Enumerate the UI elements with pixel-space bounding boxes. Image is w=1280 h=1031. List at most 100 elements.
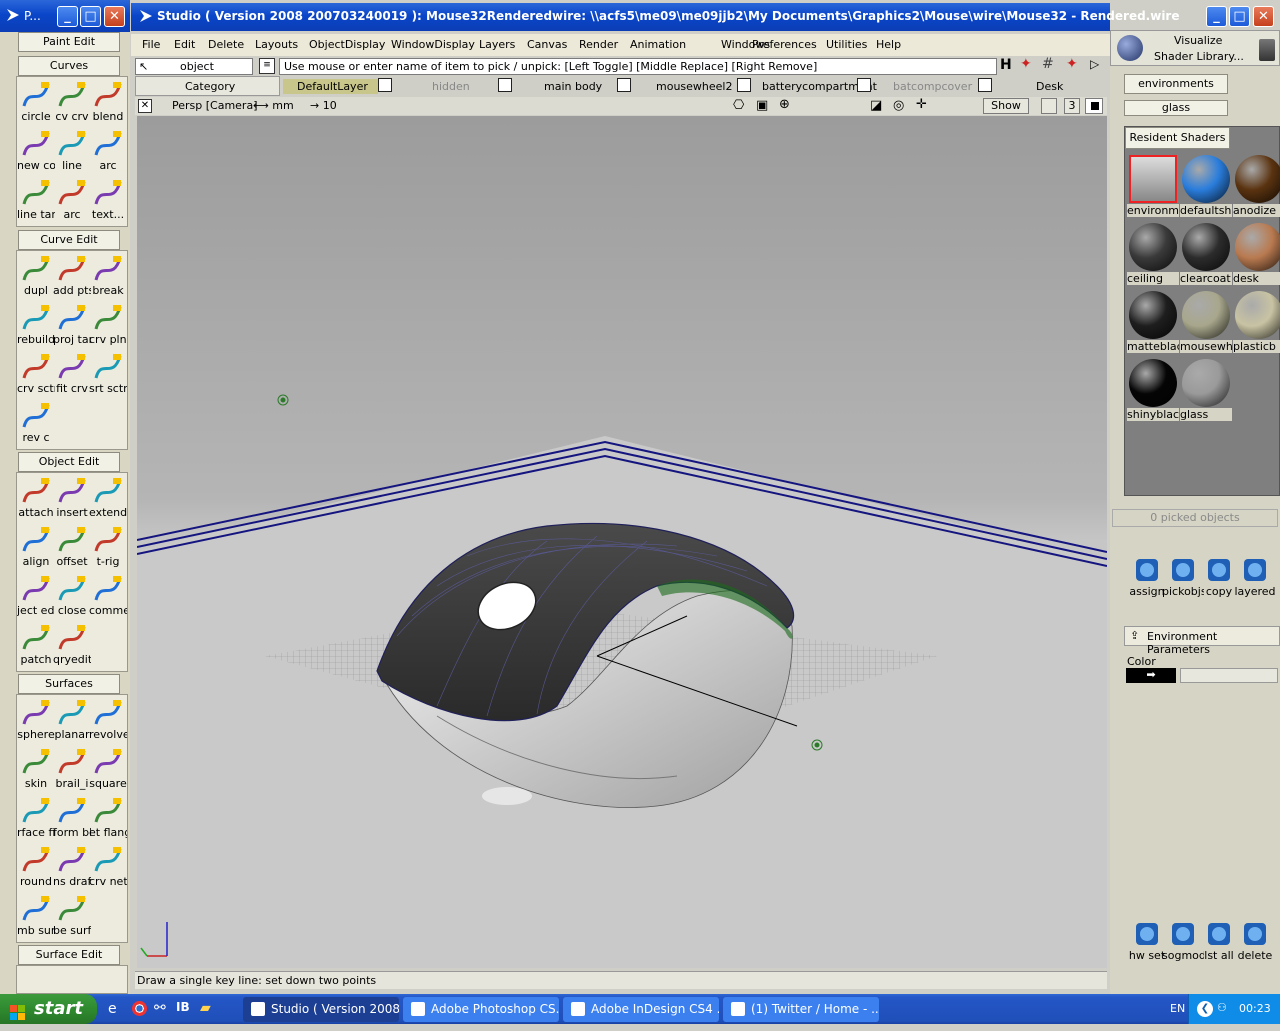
sogmode-button[interactable]: sogmode [1162, 919, 1204, 969]
maximize-button[interactable]: □ [1229, 6, 1250, 27]
shader-8[interactable]: plasticb [1233, 289, 1280, 355]
tool-query-edit[interactable]: qryedit [53, 622, 91, 671]
task-button-0[interactable]: Studio ( Version 2008... [243, 997, 399, 1022]
task-button-1[interactable]: Adobe Photoshop CS... [403, 997, 559, 1022]
tool-blend[interactable]: blend [90, 79, 126, 128]
curve-snap-icon[interactable]: ✦ [1066, 56, 1078, 72]
tool-birail[interactable]: brail_i [54, 746, 90, 795]
shader-4[interactable]: clearcoat [1180, 221, 1232, 287]
layer-1-visibility-checkbox[interactable] [498, 78, 512, 92]
tool-project-tangent[interactable]: proj tan [53, 302, 91, 351]
layer-0-visibility-checkbox[interactable] [378, 78, 392, 92]
tool-multi-blend[interactable]: mb surf [17, 893, 55, 942]
tool-line-tan[interactable]: line tan [17, 177, 55, 226]
task-button-2[interactable]: Adobe InDesign CS4 ... [563, 997, 719, 1022]
tool-circle[interactable]: circle [18, 79, 54, 128]
tray-network-icon[interactable]: ⚇ [1217, 1001, 1227, 1014]
shader-library-label[interactable]: Shader Library... [1154, 50, 1244, 63]
tool-rebuild[interactable]: rebuild [17, 302, 55, 351]
tool-round[interactable]: round [18, 844, 54, 893]
menu-preferences[interactable]: Preferences [752, 38, 817, 51]
palette-section-2-header[interactable]: Object Edit [18, 452, 120, 472]
layer-3-label[interactable]: mousewheel2 [656, 79, 732, 94]
track-icon[interactable]: ✛ [916, 97, 927, 112]
shader-10[interactable]: glass [1180, 357, 1232, 423]
color-swatch[interactable]: ➡ [1126, 668, 1176, 683]
tumble-icon[interactable]: ◪ [870, 98, 882, 113]
glass-tab[interactable]: glass [1124, 100, 1228, 116]
tool-arc-tan[interactable]: arc [54, 177, 90, 226]
shader-0[interactable]: environm [1127, 153, 1179, 219]
menu-layouts[interactable]: Layouts [255, 38, 298, 51]
layer-5-visibility-checkbox[interactable] [978, 78, 992, 92]
tool-t-rig[interactable]: t-rig [90, 524, 126, 573]
tool-square[interactable]: square [89, 746, 127, 795]
quicklaunch-folder-icon[interactable]: ▰ [200, 1000, 211, 1016]
zoom-icon[interactable]: ⊕ [779, 97, 790, 112]
task-button-3[interactable]: (1) Twitter / Home - ... [723, 997, 879, 1022]
palette-section-1-header[interactable]: Curve Edit [18, 230, 120, 250]
prompt-history-icon[interactable]: ≡ [259, 58, 275, 74]
tool-text[interactable]: text... [90, 177, 126, 226]
tool-object-edit[interactable]: ject edit [17, 573, 55, 622]
assign-button[interactable]: assign [1127, 555, 1167, 605]
tool-surface-fill[interactable]: rface fill [17, 795, 55, 844]
tool-reverse-curve[interactable]: rev c [18, 400, 54, 449]
play-arrow-icon[interactable]: ▷ [1090, 57, 1099, 71]
perspective-viewport[interactable] [137, 116, 1107, 968]
tool-draft[interactable]: ns draft [53, 844, 91, 893]
menu-animation[interactable]: Animation [630, 38, 686, 51]
environments-tab[interactable]: environments [1124, 74, 1228, 94]
camera-icon[interactable]: ⎔ [733, 98, 744, 113]
tool-sort-sections[interactable]: srt sctns [89, 351, 127, 400]
tool-break[interactable]: break [90, 253, 126, 302]
resident-shaders-tab[interactable]: Resident Shaders [1125, 127, 1230, 149]
tray-arrow-icon[interactable]: ❮ [1197, 1001, 1213, 1017]
tool-skin[interactable]: skin [18, 746, 54, 795]
tool-tube-surface[interactable]: be surfa [53, 893, 91, 942]
minimize-button[interactable]: _ [1206, 6, 1227, 27]
palette-section-4-header[interactable]: Surface Edit [18, 945, 120, 965]
category-field[interactable]: Category [135, 76, 280, 96]
hw-set-button[interactable]: hw set [1127, 919, 1167, 969]
tool-add-points[interactable]: add pts [53, 253, 91, 302]
tool-patch[interactable]: patch [18, 622, 54, 671]
tool-planar[interactable]: planar [54, 697, 90, 746]
tool-curve-planar[interactable]: crv plnr [89, 302, 127, 351]
trash-icon[interactable] [1259, 39, 1275, 61]
quicklaunch-ie-icon[interactable]: e [108, 1001, 117, 1017]
start-button[interactable]: start [0, 994, 97, 1024]
tool-extend[interactable]: extend [89, 475, 127, 524]
layer-2-label[interactable]: main body [544, 79, 602, 94]
tool-curve-network[interactable]: crv net [89, 844, 127, 893]
menu-help[interactable]: Help [876, 38, 901, 51]
shader-2[interactable]: anodize [1233, 153, 1280, 219]
menu-file[interactable]: File [142, 38, 160, 51]
view-close-icon[interactable]: ✕ [138, 99, 152, 113]
layer-3-visibility-checkbox[interactable] [737, 78, 751, 92]
pick-mode-field[interactable]: ↖ object [135, 58, 253, 75]
tool-attach[interactable]: attach [18, 475, 54, 524]
menu-windowdisplay[interactable]: WindowDisplay [391, 38, 475, 51]
palette-close-button[interactable]: ✕ [104, 6, 125, 27]
palette-section-0-header[interactable]: Curves [18, 56, 120, 76]
menu-layers[interactable]: Layers [479, 38, 515, 51]
shader-3[interactable]: ceiling [1127, 221, 1179, 287]
lst-all-button[interactable]: lst all [1199, 919, 1239, 969]
tool-arc[interactable]: arc [90, 128, 126, 177]
layer-6-label[interactable]: Desk [1036, 79, 1063, 94]
language-indicator[interactable]: EN [1170, 1002, 1185, 1015]
shader-6[interactable]: matteblack [1127, 289, 1179, 355]
tool-align[interactable]: align [18, 524, 54, 573]
delete-button[interactable]: delete [1235, 919, 1275, 969]
color-slider[interactable] [1180, 668, 1278, 683]
tool-sphere[interactable]: sphere [17, 697, 55, 746]
view-option-button[interactable] [1041, 98, 1057, 114]
layered-button[interactable]: layered [1234, 555, 1276, 605]
tool-offset[interactable]: offset [54, 524, 90, 573]
tool-cv-curve[interactable]: cv crv [54, 79, 90, 128]
paint-edit-button[interactable]: Paint Edit [18, 32, 120, 52]
shader-7[interactable]: mousewh [1180, 289, 1232, 355]
shader-9[interactable]: shinyblack [1127, 357, 1179, 423]
tool-common[interactable]: commen [89, 573, 127, 622]
